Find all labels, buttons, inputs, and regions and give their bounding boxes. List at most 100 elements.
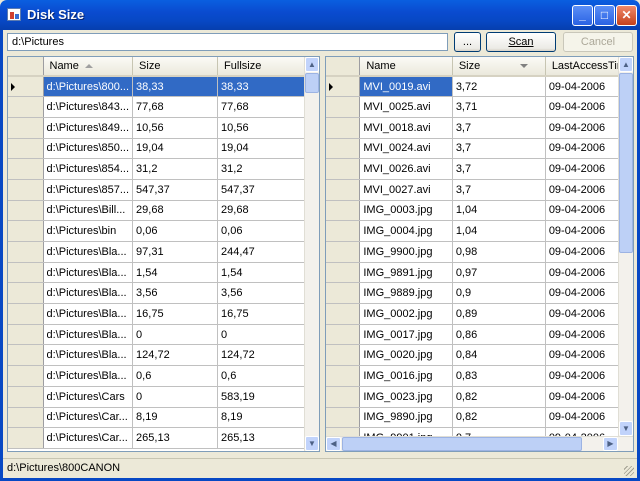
table-cell[interactable]: d:\Pictures\854... bbox=[43, 158, 134, 180]
table-cell[interactable]: d:\Pictures\bin bbox=[43, 220, 134, 242]
table-cell[interactable]: d:\Pictures\Bla... bbox=[43, 262, 134, 284]
file-row[interactable]: IMG_9890.jpg 0,82 09-04-2006 bbox=[326, 407, 633, 429]
row-header[interactable] bbox=[326, 303, 361, 325]
folder-row[interactable]: d:\Pictures\843... 77,68 77,68 bbox=[8, 96, 309, 118]
row-header[interactable] bbox=[8, 138, 44, 160]
folder-row[interactable]: d:\Pictures\800... 38,33 38,33 bbox=[8, 76, 309, 98]
table-cell[interactable]: MVI_0025.avi bbox=[359, 96, 453, 118]
file-row[interactable]: IMG_0004.jpg 1,04 09-04-2006 bbox=[326, 220, 633, 242]
table-cell[interactable]: 77,68 bbox=[217, 96, 309, 118]
table-cell[interactable]: 265,13 bbox=[217, 427, 309, 449]
scroll-thumb[interactable] bbox=[342, 437, 582, 451]
table-cell[interactable]: 3,7 bbox=[452, 117, 546, 139]
row-header[interactable] bbox=[8, 117, 44, 139]
table-cell[interactable]: IMG_9900.jpg bbox=[359, 241, 453, 263]
table-cell[interactable]: 265,13 bbox=[132, 427, 219, 449]
table-cell[interactable]: 0,82 bbox=[452, 386, 546, 408]
table-cell[interactable]: d:\Pictures\Bla... bbox=[43, 241, 134, 263]
table-cell[interactable]: 31,2 bbox=[217, 158, 309, 180]
table-cell[interactable]: d:\Pictures\Bla... bbox=[43, 282, 134, 305]
folder-row[interactable]: d:\Pictures\Car... 265,13 265,13 bbox=[8, 427, 309, 449]
maximize-button[interactable]: □ bbox=[594, 5, 615, 26]
table-cell[interactable]: 0,82 bbox=[452, 407, 546, 429]
row-header[interactable] bbox=[326, 262, 361, 284]
table-cell[interactable]: 29,68 bbox=[217, 200, 309, 222]
row-header[interactable] bbox=[326, 158, 361, 180]
folder-row[interactable]: d:\Pictures\857... 547,37 547,37 bbox=[8, 179, 309, 201]
row-header-corner[interactable] bbox=[326, 57, 361, 77]
row-header[interactable] bbox=[326, 138, 361, 160]
row-header[interactable] bbox=[326, 220, 361, 242]
row-header[interactable] bbox=[8, 324, 44, 346]
table-cell[interactable]: 547,37 bbox=[132, 179, 219, 201]
table-cell[interactable]: 1,04 bbox=[452, 220, 546, 242]
table-cell[interactable]: d:\Pictures\Car... bbox=[43, 407, 134, 429]
scroll-up-arrow-icon[interactable]: ▲ bbox=[305, 57, 319, 72]
table-cell[interactable]: 8,19 bbox=[217, 407, 309, 429]
table-cell[interactable]: 0 bbox=[132, 386, 219, 408]
table-cell[interactable]: IMG_9891.jpg bbox=[359, 262, 453, 284]
folder-row[interactable]: d:\Pictures\Cars 0 583,19 bbox=[8, 386, 309, 408]
close-button[interactable]: ✕ bbox=[616, 5, 637, 26]
table-cell[interactable]: 1,54 bbox=[217, 262, 309, 284]
table-cell[interactable]: 3,7 bbox=[452, 179, 546, 201]
table-cell[interactable]: 124,72 bbox=[217, 344, 309, 367]
table-cell[interactable]: 583,19 bbox=[217, 386, 309, 408]
row-header[interactable] bbox=[326, 386, 361, 408]
table-cell[interactable]: 124,72 bbox=[132, 344, 219, 367]
table-cell[interactable]: MVI_0018.avi bbox=[359, 117, 453, 139]
table-cell[interactable]: 19,04 bbox=[217, 138, 309, 160]
row-header[interactable] bbox=[326, 96, 361, 118]
table-cell[interactable]: IMG_0017.jpg bbox=[359, 324, 453, 346]
scroll-thumb[interactable] bbox=[619, 73, 633, 253]
folder-row[interactable]: d:\Pictures\Car... 8,19 8,19 bbox=[8, 407, 309, 429]
row-header[interactable] bbox=[8, 427, 44, 449]
table-cell[interactable]: 0,6 bbox=[132, 365, 219, 387]
table-cell[interactable]: d:\Pictures\849... bbox=[43, 117, 134, 139]
file-row[interactable]: IMG_9900.jpg 0,98 09-04-2006 bbox=[326, 241, 633, 263]
table-cell[interactable]: 3,7 bbox=[452, 158, 546, 180]
table-cell[interactable]: 3,71 bbox=[452, 96, 546, 118]
file-row[interactable]: MVI_0027.avi 3,7 09-04-2006 bbox=[326, 179, 633, 201]
table-cell[interactable]: 0,89 bbox=[452, 303, 546, 325]
table-cell[interactable]: d:\Pictures\Cars bbox=[43, 386, 134, 408]
table-cell[interactable]: 0,83 bbox=[452, 365, 546, 387]
table-cell[interactable]: d:\Pictures\843... bbox=[43, 96, 134, 118]
table-cell[interactable]: d:\Pictures\800... bbox=[43, 76, 134, 98]
table-cell[interactable]: IMG_9889.jpg bbox=[359, 282, 453, 305]
table-cell[interactable]: 10,56 bbox=[217, 117, 309, 139]
file-row[interactable]: IMG_0017.jpg 0,86 09-04-2006 bbox=[326, 324, 633, 346]
scroll-thumb[interactable] bbox=[305, 73, 319, 93]
scroll-down-arrow-icon[interactable]: ▼ bbox=[305, 436, 319, 451]
table-cell[interactable]: 10,56 bbox=[132, 117, 219, 139]
scroll-left-arrow-icon[interactable]: ◀ bbox=[326, 437, 341, 451]
table-cell[interactable]: 16,75 bbox=[217, 303, 309, 325]
row-header[interactable] bbox=[326, 241, 361, 263]
row-header[interactable] bbox=[326, 365, 361, 387]
file-row[interactable]: IMG_0016.jpg 0,83 09-04-2006 bbox=[326, 365, 633, 387]
file-row[interactable]: MVI_0025.avi 3,71 09-04-2006 bbox=[326, 96, 633, 118]
row-header[interactable] bbox=[8, 241, 44, 263]
table-cell[interactable]: 3,72 bbox=[452, 76, 546, 98]
table-cell[interactable]: MVI_0019.avi bbox=[359, 76, 453, 98]
row-header[interactable] bbox=[8, 365, 44, 387]
row-header[interactable] bbox=[326, 117, 361, 139]
table-cell[interactable]: 16,75 bbox=[132, 303, 219, 325]
table-cell[interactable]: 0 bbox=[217, 324, 309, 346]
column-header-fullsize[interactable]: Fullsize bbox=[217, 57, 309, 77]
table-cell[interactable]: IMG_0023.jpg bbox=[359, 386, 453, 408]
folder-row[interactable]: d:\Pictures\Bla... 0 0 bbox=[8, 324, 309, 346]
table-cell[interactable]: 0,9 bbox=[452, 282, 546, 305]
table-cell[interactable]: 1,04 bbox=[452, 200, 546, 222]
file-row[interactable]: IMG_0002.jpg 0,89 09-04-2006 bbox=[326, 303, 633, 325]
file-row[interactable]: MVI_0019.avi 3,72 09-04-2006 bbox=[326, 76, 633, 98]
column-header-name[interactable]: Name bbox=[359, 57, 453, 77]
table-cell[interactable]: IMG_0020.jpg bbox=[359, 344, 453, 367]
table-cell[interactable]: d:\Pictures\857... bbox=[43, 179, 134, 201]
table-cell[interactable]: 31,2 bbox=[132, 158, 219, 180]
folder-row[interactable]: d:\Pictures\Bla... 0,6 0,6 bbox=[8, 365, 309, 387]
files-horizontal-scrollbar[interactable]: ◀ ▶ bbox=[326, 436, 633, 451]
row-header[interactable] bbox=[8, 303, 44, 325]
table-cell[interactable]: 29,68 bbox=[132, 200, 219, 222]
row-header[interactable] bbox=[8, 407, 44, 429]
